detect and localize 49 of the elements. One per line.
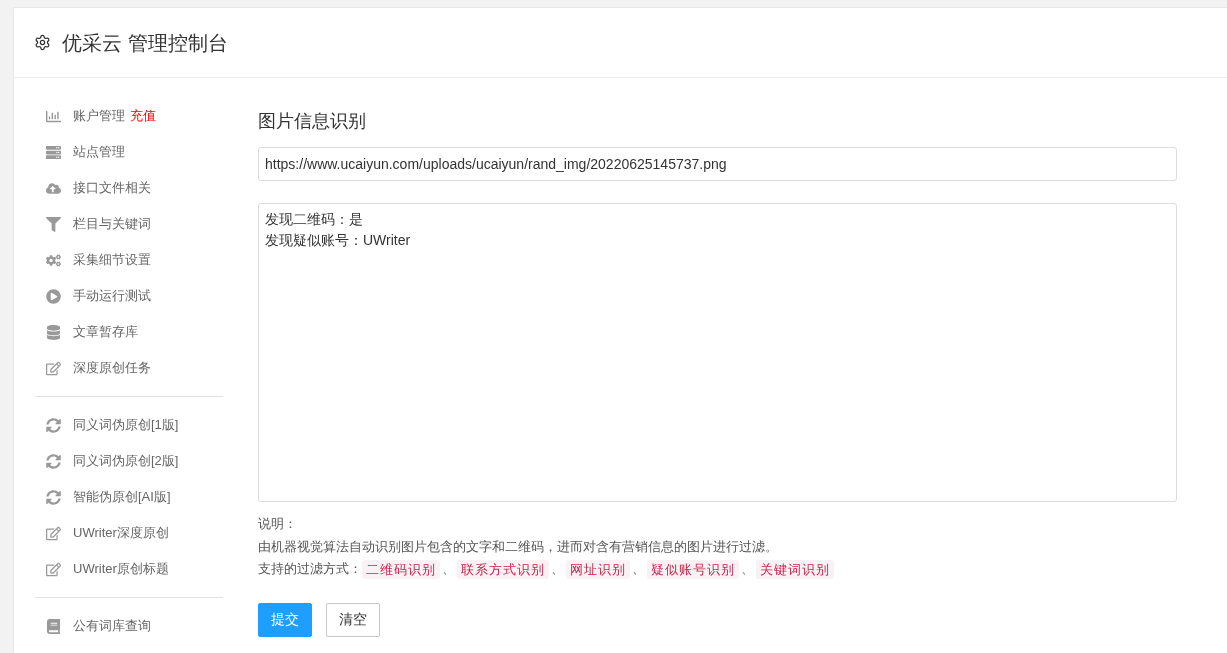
- sidebar-item[interactable]: 智能伪原创[AI版]: [73, 487, 171, 507]
- server-icon: [46, 144, 61, 160]
- filter-tag: 关键词识别: [756, 559, 834, 579]
- edit-icon: [46, 360, 61, 376]
- sidebar-item[interactable]: 同义词伪原创[1版]: [73, 415, 179, 435]
- refresh-icon: [46, 489, 61, 505]
- list-separator: 、: [551, 560, 564, 578]
- sidebar-item[interactable]: 文章暂存库: [73, 322, 138, 342]
- result-text-area[interactable]: 发现二维码：是 发现疑似账号：UWriter: [258, 203, 1177, 502]
- sidebar-item[interactable]: UWriter深度原创: [73, 523, 169, 543]
- sidebar-item[interactable]: 公有词库查询: [73, 616, 151, 636]
- recharge-link[interactable]: 充值: [130, 106, 156, 126]
- refresh-icon: [46, 417, 61, 433]
- list-separator: 、: [442, 560, 455, 578]
- section-title: 图片信息识别: [258, 110, 366, 133]
- sidebar-item[interactable]: UWriter原创标题: [73, 559, 169, 579]
- image-url-input[interactable]: https://www.ucaiyun.com/uploads/ucaiyun/rand_img/20220625145737.png: [258, 147, 1177, 181]
- filters-label: 支持的过滤方式：: [258, 560, 362, 578]
- sidebar-item[interactable]: 账户管理: [73, 106, 125, 126]
- notes-description: 由机器视觉算法自动识别图片包含的文字和二维码，进而对含有营销信息的图片进行过滤。: [258, 537, 778, 556]
- list-separator: 、: [632, 560, 645, 578]
- filter-tag: 二维码识别: [362, 559, 440, 579]
- notes-heading: 说明：: [258, 515, 297, 533]
- sidebar-item[interactable]: 栏目与关键词: [73, 214, 151, 234]
- clear-button[interactable]: 清空: [326, 602, 380, 637]
- sidebar-item[interactable]: 采集细节设置: [73, 250, 151, 270]
- bar-chart-icon: [46, 108, 61, 124]
- book-icon: [46, 618, 61, 634]
- console-title: 优采云 管理控制台: [62, 30, 228, 56]
- sidebar-item[interactable]: 同义词伪原创[2版]: [73, 451, 179, 471]
- sidebar-item[interactable]: 手动运行测试: [73, 286, 151, 306]
- sidebar-item[interactable]: 深度原创任务: [73, 358, 151, 378]
- result-line: 发现疑似账号：UWriter: [265, 231, 411, 250]
- list-separator: 、: [741, 560, 754, 578]
- gears-icon: [46, 252, 61, 268]
- edit-icon: [46, 525, 61, 541]
- result-line: 发现二维码：是: [265, 210, 363, 229]
- filter-tag: 疑似账号识别: [647, 559, 739, 579]
- filter-tag: 联系方式识别: [457, 559, 549, 579]
- filter-tag: 网址识别: [566, 559, 630, 579]
- sidebar-item[interactable]: 站点管理: [73, 142, 125, 162]
- database-icon: [46, 324, 61, 340]
- edit-icon: [46, 561, 61, 577]
- cloud-upload-icon: [46, 180, 61, 196]
- settings-icon: [34, 34, 51, 51]
- sidebar-item[interactable]: 接口文件相关: [73, 178, 151, 198]
- refresh-icon: [46, 453, 61, 469]
- filter-icon: [46, 216, 61, 232]
- play-icon: [46, 288, 61, 304]
